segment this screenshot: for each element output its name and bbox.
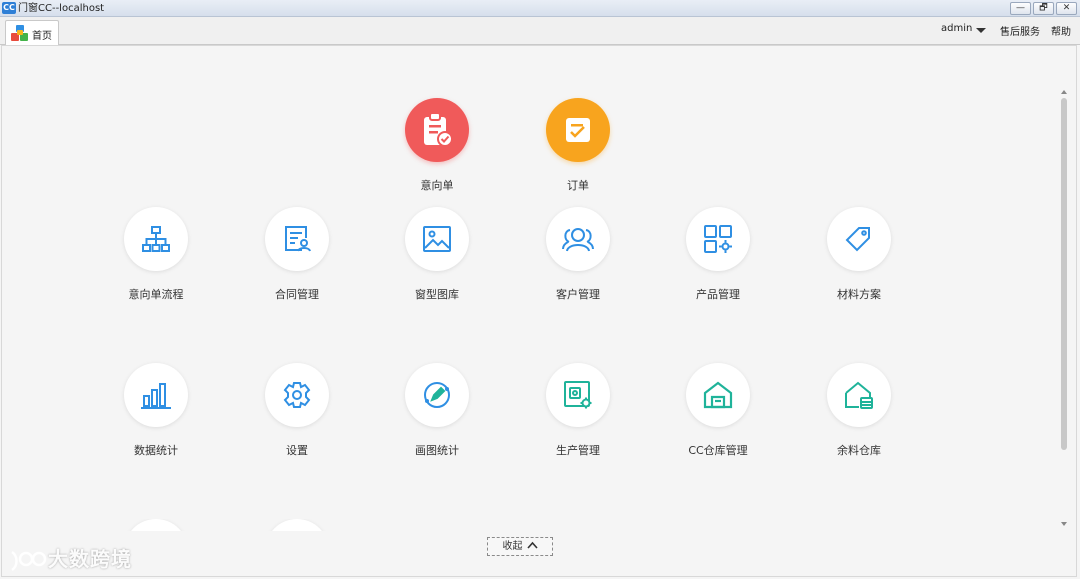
order-check-icon bbox=[546, 98, 610, 162]
gear-icon bbox=[265, 363, 329, 427]
product-grid-icon bbox=[686, 207, 750, 271]
window-title-bar: CC 门窗CC--localhost — 🗗 ✕ bbox=[0, 0, 1080, 17]
module-cc-warehouse[interactable]: CC仓库管理 bbox=[658, 363, 778, 458]
user-name[interactable]: admin bbox=[941, 23, 972, 34]
caret-down-icon[interactable] bbox=[976, 28, 986, 33]
module-intent-order[interactable]: 意向单 bbox=[377, 98, 497, 193]
tab-bar: 首页 admin 售后服务 帮助 bbox=[0, 17, 1080, 45]
drawing-icon bbox=[405, 363, 469, 427]
module-label: 产品管理 bbox=[696, 288, 740, 301]
window-title: 门窗CC--localhost bbox=[18, 3, 105, 14]
module-label: 意向单流程 bbox=[128, 288, 184, 301]
close-button[interactable]: ✕ bbox=[1056, 2, 1077, 15]
module-label: 数据统计 bbox=[134, 444, 178, 457]
module-label: 材料方案 bbox=[837, 288, 881, 301]
module-customers[interactable]: 客户管理 bbox=[518, 207, 638, 302]
scroll-up-arrow[interactable] bbox=[1061, 90, 1067, 94]
module-label: 窗型图库 bbox=[415, 288, 459, 301]
tab-home[interactable]: 首页 bbox=[5, 20, 59, 45]
collapse-button[interactable]: 收起 bbox=[487, 537, 553, 556]
collapse-label: 收起 bbox=[502, 541, 523, 552]
customers-icon bbox=[546, 207, 610, 271]
module-label: 合同管理 bbox=[275, 288, 319, 301]
watermark: 大数跨境 bbox=[8, 543, 132, 574]
module-window-gallery[interactable]: 窗型图库 bbox=[377, 207, 497, 302]
after-sales-link[interactable]: 售后服务 bbox=[1000, 23, 1040, 38]
module-order[interactable]: 订单 bbox=[518, 98, 638, 193]
module-label: 订单 bbox=[567, 179, 589, 192]
help-link[interactable]: 帮助 bbox=[1051, 23, 1071, 38]
module-label: 画图统计 bbox=[415, 444, 459, 457]
module-intent-flow[interactable]: 意向单流程 bbox=[96, 207, 216, 302]
module-production[interactable]: 生产管理 bbox=[518, 363, 638, 458]
module-label: 设置 bbox=[286, 444, 308, 457]
surplus-warehouse-icon bbox=[827, 363, 891, 427]
module-materials[interactable]: 材料方案 bbox=[799, 207, 919, 302]
production-icon bbox=[546, 363, 610, 427]
module-partial-2[interactable] bbox=[265, 519, 329, 531]
app-logo-icon: CC bbox=[2, 2, 16, 14]
module-label: 生产管理 bbox=[556, 444, 600, 457]
module-label: 客户管理 bbox=[556, 288, 600, 301]
module-label: 意向单 bbox=[420, 179, 454, 192]
module-statistics[interactable]: 数据统计 bbox=[96, 363, 216, 458]
minimize-button[interactable]: — bbox=[1010, 2, 1031, 15]
org-chart-icon bbox=[124, 207, 188, 271]
module-label: CC仓库管理 bbox=[688, 444, 748, 457]
module-drawing-stats[interactable]: 画图统计 bbox=[377, 363, 497, 458]
scrollbar-thumb[interactable] bbox=[1061, 98, 1067, 450]
restore-button[interactable]: 🗗 bbox=[1033, 2, 1054, 15]
chevron-up-icon bbox=[526, 538, 538, 555]
warehouse-icon bbox=[686, 363, 750, 427]
image-icon bbox=[405, 207, 469, 271]
watermark-logo-icon bbox=[11, 550, 47, 571]
contract-icon bbox=[265, 207, 329, 271]
module-products[interactable]: 产品管理 bbox=[658, 207, 778, 302]
bar-chart-icon bbox=[124, 363, 188, 427]
tab-home-label: 首页 bbox=[32, 31, 52, 42]
cubes-icon bbox=[11, 25, 29, 46]
module-label: 余料仓库 bbox=[837, 444, 881, 457]
tag-icon bbox=[827, 207, 891, 271]
module-contract[interactable]: 合同管理 bbox=[237, 207, 357, 302]
clipboard-check-icon bbox=[405, 98, 469, 162]
module-partial-1[interactable] bbox=[124, 519, 188, 531]
scroll-down-arrow[interactable] bbox=[1061, 522, 1067, 526]
module-surplus-warehouse[interactable]: 余料仓库 bbox=[799, 363, 919, 458]
module-settings[interactable]: 设置 bbox=[237, 363, 357, 458]
